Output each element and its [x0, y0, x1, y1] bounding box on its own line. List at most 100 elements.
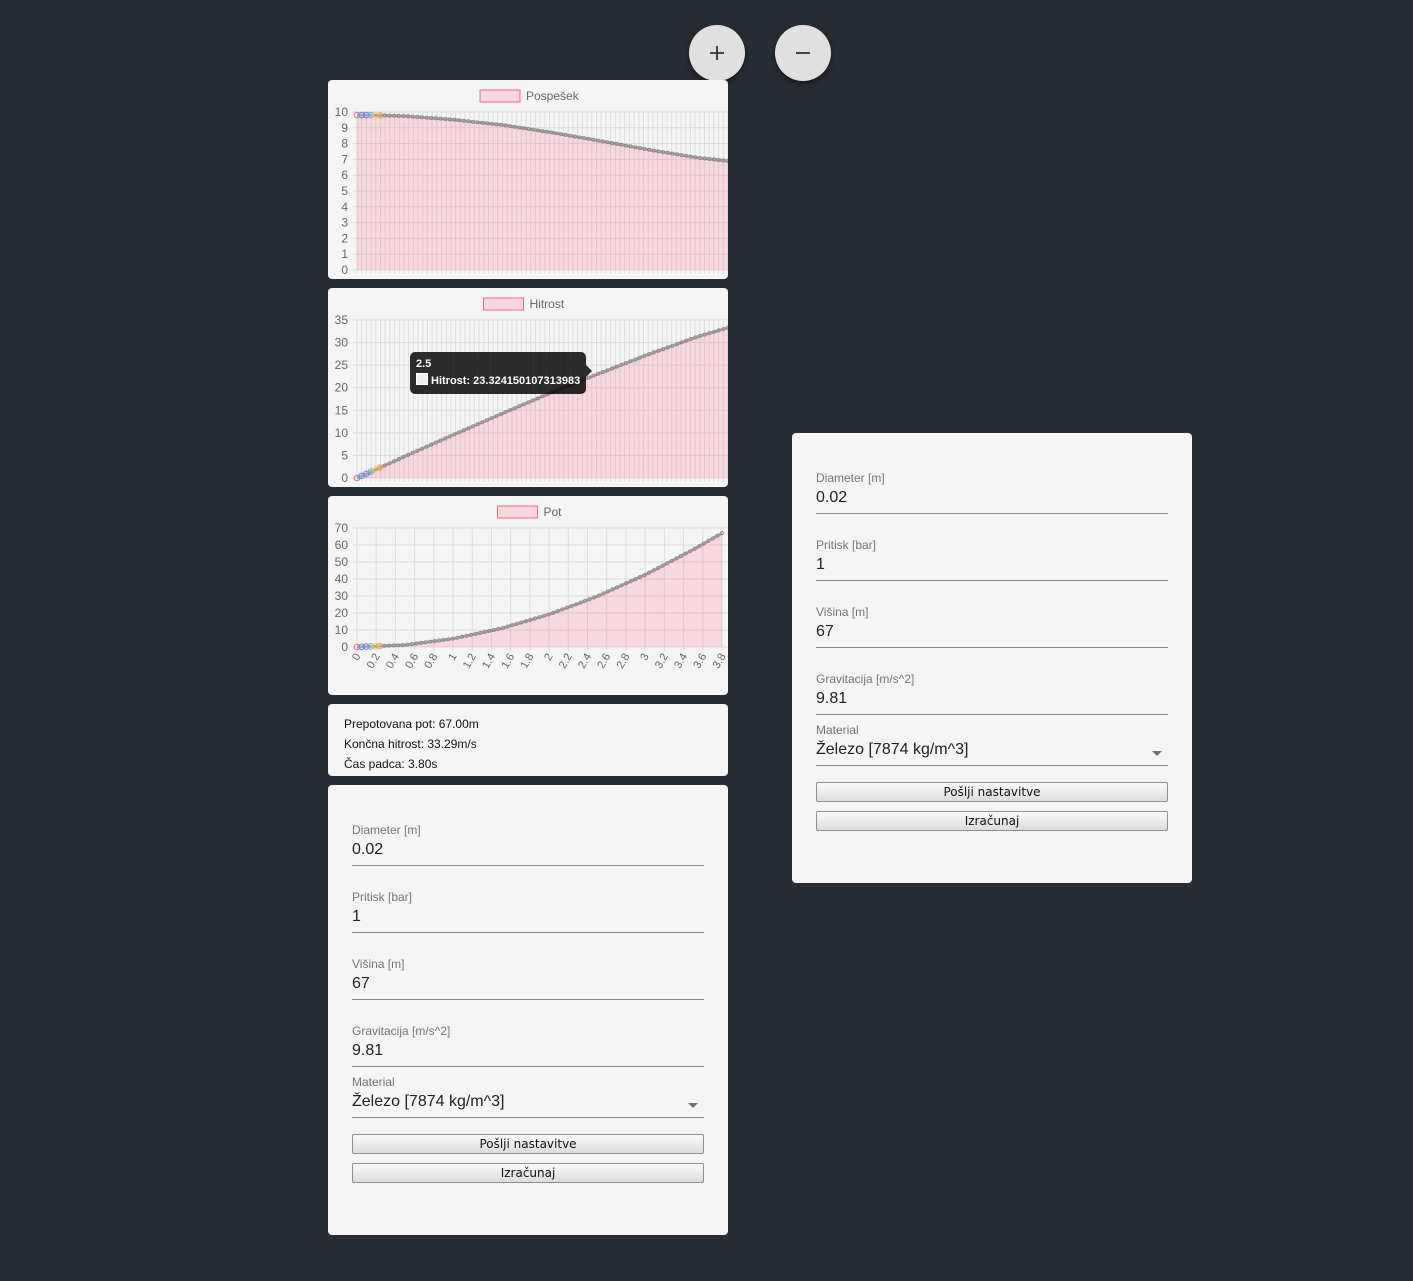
gravity-input[interactable]: 9.81: [352, 1038, 704, 1067]
result-time: Čas padca: 3.80s: [344, 757, 438, 771]
material-field[interactable]: Material Železo [7874 kg/m^3]: [816, 723, 1168, 766]
settings-form-left: Diameter [m] 0.02 Pritisk [bar] 1 Višina…: [328, 785, 728, 1235]
material-label: Material: [352, 1075, 395, 1089]
material-select[interactable]: Železo [7874 kg/m^3]: [352, 1089, 704, 1118]
x-tick-label: 0.2: [365, 652, 383, 671]
y-tick-label: 20: [335, 381, 349, 395]
y-tick-label: 0: [341, 471, 348, 485]
chart-tooltip: 2.5 Hitrost: 23.324150107313983: [410, 352, 593, 394]
calculate-button[interactable]: Izračunaj: [352, 1163, 704, 1183]
pressure-input[interactable]: 1: [816, 552, 1168, 581]
x-tick-label: 0.6: [403, 652, 421, 671]
x-tick-label: 0.4: [384, 652, 402, 671]
y-tick-label: 5: [341, 448, 348, 462]
x-tick-label: 1: [446, 652, 459, 663]
y-tick-label: 60: [335, 538, 349, 552]
height-label: Višina [m]: [352, 957, 405, 971]
distance-chart: Pot0102030405060700 0.2 0.4 0.6 0.8 1 1.2 1.4 1.…: [335, 505, 728, 671]
dropdown-arrow-icon: [1152, 751, 1162, 756]
diameter-input[interactable]: 0.02: [816, 485, 1168, 514]
diameter-label: Diameter [m]: [352, 823, 421, 837]
x-tick-label: 1.6: [499, 652, 517, 671]
material-selected-value: Železo [7874 kg/m^3]: [352, 1093, 505, 1110]
legend-label: Pot: [544, 505, 563, 519]
series-Pot: [353, 531, 725, 651]
chart-legend: Pot: [497, 505, 563, 519]
height-label: Višina [m]: [816, 605, 869, 619]
legend-swatch: [497, 505, 538, 519]
diameter-input[interactable]: 0.02: [352, 837, 704, 866]
x-tick-label: 1.4: [480, 652, 498, 671]
y-tick-label: 0: [341, 263, 348, 277]
legend-label: Hitrost: [530, 297, 565, 311]
diameter-field[interactable]: Diameter [m] 0.02: [352, 823, 704, 866]
pressure-field[interactable]: Pritisk [bar] 1: [352, 890, 704, 933]
y-tick-label: 50: [335, 555, 349, 569]
x-tick-label: 2.6: [595, 652, 613, 671]
series-area: [357, 115, 728, 270]
gravity-input[interactable]: 9.81: [816, 686, 1168, 715]
y-tick-label: 8: [341, 137, 348, 151]
series-Hitrost: [353, 325, 728, 482]
y-tick-label: 10: [335, 105, 349, 119]
series-area: [357, 327, 728, 478]
tooltip-label: Hitrost: 23.324150107313983: [431, 375, 581, 387]
height-field[interactable]: Višina [m] 67: [816, 605, 1168, 648]
y-tick-label: 15: [335, 403, 349, 417]
y-tick-label: 10: [335, 623, 349, 637]
y-tick-label: 6: [341, 168, 348, 182]
gravity-label: Gravitacija [m/s^2]: [816, 672, 915, 686]
height-input[interactable]: 67: [816, 619, 1168, 648]
settings-form-right: Diameter [m] 0.02 Pritisk [bar] 1 Višina…: [792, 433, 1192, 883]
material-field[interactable]: Material Železo [7874 kg/m^3]: [352, 1075, 704, 1118]
x-tick-label: 2.8: [615, 652, 633, 671]
y-tick-label: 5: [341, 184, 348, 198]
height-input[interactable]: 67: [352, 971, 704, 1000]
material-label: Material: [816, 723, 859, 737]
legend-label: Pospešek: [526, 89, 580, 103]
material-selected-value: Železo [7874 kg/m^3]: [816, 741, 969, 758]
x-tick-label: 3: [638, 652, 651, 663]
result-distance: Prepotovana pot: 67.00m: [344, 717, 479, 731]
x-tick-label: 3.8: [711, 652, 728, 671]
x-tick-label: 2.4: [576, 652, 594, 671]
material-select[interactable]: Železo [7874 kg/m^3]: [816, 737, 1168, 766]
calculate-button[interactable]: Izračunaj: [816, 811, 1168, 831]
x-tick-label: 0: [350, 652, 363, 663]
y-tick-label: 35: [335, 313, 349, 327]
y-tick-label: 0: [341, 640, 348, 654]
pressure-label: Pritisk [bar]: [352, 890, 413, 904]
tooltip-swatch: [416, 373, 428, 385]
send-settings-button[interactable]: Pošlji nastavitve: [352, 1134, 704, 1154]
y-tick-label: 40: [335, 572, 349, 586]
pressure-field[interactable]: Pritisk [bar] 1: [816, 538, 1168, 581]
gravity-field[interactable]: Gravitacija [m/s^2] 9.81: [816, 672, 1168, 715]
pressure-input[interactable]: 1: [352, 904, 704, 933]
y-tick-label: 3: [341, 216, 348, 230]
x-tick-label: 2: [542, 652, 555, 663]
y-tick-label: 4: [341, 200, 348, 214]
diameter-field[interactable]: Diameter [m] 0.02: [816, 471, 1168, 514]
gravity-label: Gravitacija [m/s^2]: [352, 1024, 451, 1038]
zoom-out-button[interactable]: [775, 25, 831, 81]
chart-legend: Pospešek: [479, 89, 580, 103]
y-tick-label: 70: [335, 521, 349, 535]
x-axis: 0 0.2 0.4 0.6 0.8 1 1.2 1.4 1.6 1.8 2 2.2 2.4 2.6 2.8 3…: [350, 652, 728, 671]
y-tick-label: 9: [341, 121, 348, 135]
send-settings-button[interactable]: Pošlji nastavitve: [816, 782, 1168, 802]
zoom-in-button[interactable]: [689, 25, 745, 81]
y-axis: 0 5 10 15 20 25 30 35: [335, 313, 349, 485]
x-tick-label: 1.8: [518, 652, 536, 671]
legend-swatch: [479, 89, 521, 103]
height-field[interactable]: Višina [m] 67: [352, 957, 704, 1000]
acceleration-chart: Pospešek012345678910: [335, 89, 728, 277]
dropdown-arrow-icon: [688, 1103, 698, 1108]
plus-icon: [710, 46, 724, 60]
minus-icon: [796, 52, 810, 54]
diameter-label: Diameter [m]: [816, 471, 885, 485]
x-tick-label: 3.2: [653, 652, 671, 671]
y-tick-label: 20: [335, 606, 349, 620]
chart-card-velocity: Hitrost 0 5 10 15 20 25 30 35 2.5 Hitrost: 23.32…: [328, 288, 728, 487]
gravity-field[interactable]: Gravitacija [m/s^2] 9.81: [352, 1024, 704, 1067]
chart-legend: Hitrost: [483, 297, 565, 311]
